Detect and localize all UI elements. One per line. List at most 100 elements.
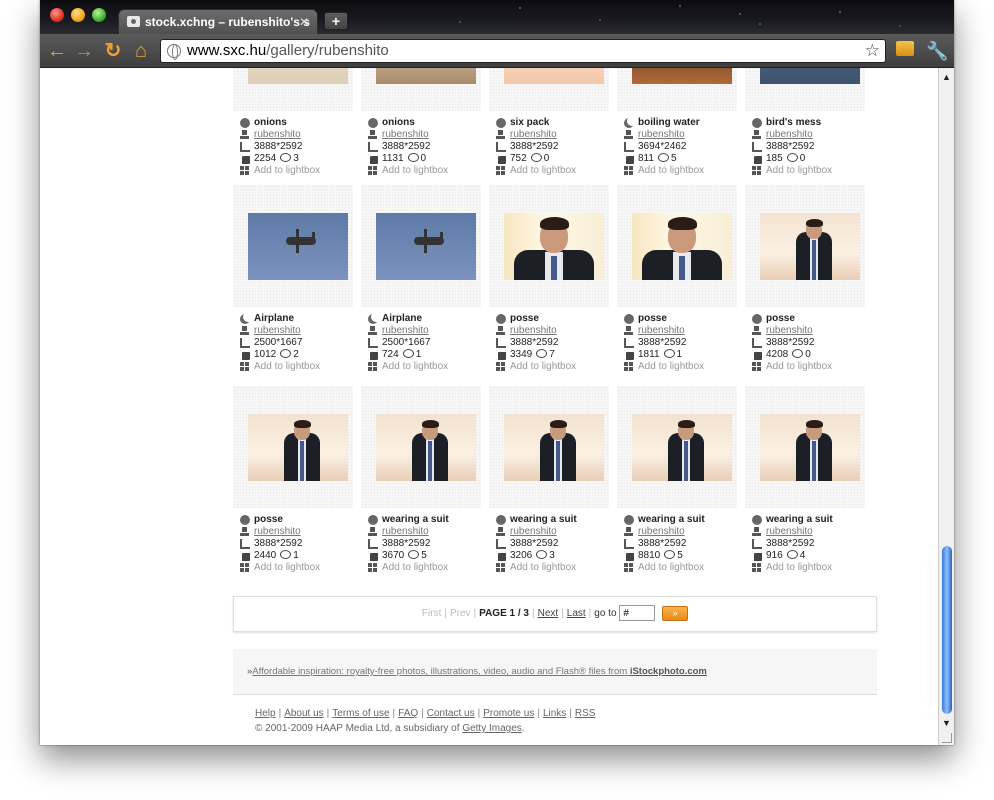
footer-link[interactable]: Promote us	[483, 708, 534, 719]
item-size: 3888*2592	[382, 141, 431, 152]
add-to-lightbox-link[interactable]: Add to lightbox	[638, 165, 704, 176]
item-user-link[interactable]: rubenshito	[638, 526, 685, 537]
promo-link[interactable]: Affordable inspiration: royalty-free pho…	[252, 666, 630, 677]
footer-link[interactable]: Terms of use	[332, 708, 389, 719]
photo-standing-man[interactable]	[504, 414, 604, 481]
minimize-window-button[interactable]	[71, 8, 85, 22]
item-user-link[interactable]: rubenshito	[254, 325, 301, 336]
address-bar[interactable]: www.sxc.hu/gallery/rubenshito ☆	[160, 39, 886, 63]
footer-link[interactable]: Contact us	[427, 708, 475, 719]
item-title[interactable]: wearing a suit	[638, 514, 705, 525]
photo-standing-man[interactable]	[632, 414, 732, 481]
item-user-link[interactable]: rubenshito	[382, 325, 429, 336]
pager-last-link[interactable]: Last	[567, 608, 586, 619]
scroll-down-arrow-icon[interactable]: ▼	[942, 718, 951, 728]
photo-onion-top[interactable]	[248, 68, 348, 84]
item-title[interactable]: wearing a suit	[510, 514, 577, 525]
add-to-lightbox-link[interactable]: Add to lightbox	[510, 165, 576, 176]
tab-active[interactable]: stock.xchng – rubenshito's s ✕	[118, 9, 318, 34]
reload-icon[interactable]: ↻	[102, 40, 124, 62]
pager-next-link[interactable]: Next	[538, 608, 559, 619]
pager-prev: Prev	[449, 608, 471, 619]
add-to-lightbox-link[interactable]: Add to lightbox	[254, 361, 320, 372]
item-title[interactable]: bird's mess	[766, 117, 821, 128]
item-title[interactable]: posse	[766, 313, 795, 324]
item-title[interactable]: posse	[638, 313, 667, 324]
scrollbar-thumb[interactable]	[942, 546, 952, 714]
vertical-scrollbar[interactable]: ▲ ▼	[938, 68, 954, 745]
add-to-lightbox-link[interactable]: Add to lightbox	[638, 361, 704, 372]
photo-standing-man[interactable]	[248, 414, 348, 481]
photo-six-top[interactable]	[504, 68, 604, 84]
item-title[interactable]: posse	[254, 514, 283, 525]
add-to-lightbox-link[interactable]: Add to lightbox	[382, 361, 448, 372]
zoom-window-button[interactable]	[92, 8, 106, 22]
footer-link[interactable]: About us	[284, 708, 323, 719]
photo-bird-top[interactable]	[760, 68, 860, 84]
item-title[interactable]: wearing a suit	[382, 514, 449, 525]
footer-link[interactable]: Help	[255, 708, 276, 719]
item-user-link[interactable]: rubenshito	[766, 526, 813, 537]
item-user-link[interactable]: rubenshito	[254, 129, 301, 140]
add-to-lightbox-link[interactable]: Add to lightbox	[510, 361, 576, 372]
item-title[interactable]: posse	[510, 313, 539, 324]
getty-images-link[interactable]: Getty Images	[462, 723, 521, 734]
item-title[interactable]: six pack	[510, 117, 549, 128]
promo-brand-link[interactable]: iStockphoto.com	[630, 666, 707, 677]
item-title[interactable]: Airplane	[382, 313, 422, 324]
pager-go-button[interactable]: »	[662, 605, 689, 621]
back-arrow-icon[interactable]: ←	[46, 40, 68, 62]
item-title[interactable]: wearing a suit	[766, 514, 833, 525]
add-to-lightbox-link[interactable]: Add to lightbox	[382, 562, 448, 573]
add-to-lightbox-link[interactable]: Add to lightbox	[766, 361, 832, 372]
photo-airplane[interactable]	[248, 213, 348, 280]
item-comments: 0	[420, 153, 427, 164]
footer-link[interactable]: RSS	[575, 708, 596, 719]
add-to-lightbox-link[interactable]: Add to lightbox	[638, 562, 704, 573]
photo-standing-man[interactable]	[376, 414, 476, 481]
item-user-link[interactable]: rubenshito	[638, 129, 685, 140]
add-to-lightbox-link[interactable]: Add to lightbox	[766, 562, 832, 573]
add-to-lightbox-link[interactable]: Add to lightbox	[510, 562, 576, 573]
photo-boil-top[interactable]	[632, 68, 732, 84]
photo-portrait[interactable]	[504, 213, 604, 280]
pager-goto-input[interactable]	[619, 605, 656, 622]
new-tab-button[interactable]: +	[324, 12, 348, 30]
forward-arrow-icon[interactable]: →	[73, 40, 95, 62]
item-title[interactable]: Airplane	[254, 313, 294, 324]
camera-icon	[752, 515, 762, 525]
item-user-link[interactable]: rubenshito	[766, 325, 813, 336]
photo-standing-man[interactable]	[760, 213, 860, 280]
tab-close-icon[interactable]: ✕	[299, 10, 309, 34]
comment-icon	[786, 153, 798, 162]
photo-airplane[interactable]	[376, 213, 476, 280]
photo-portrait[interactable]	[632, 213, 732, 280]
add-to-lightbox-link[interactable]: Add to lightbox	[382, 165, 448, 176]
scroll-up-arrow-icon[interactable]: ▲	[942, 72, 951, 82]
footer-link[interactable]: FAQ	[398, 708, 418, 719]
item-user-link[interactable]: rubenshito	[766, 129, 813, 140]
add-to-lightbox-link[interactable]: Add to lightbox	[254, 562, 320, 573]
item-title[interactable]: boiling water	[638, 117, 700, 128]
add-to-lightbox-link[interactable]: Add to lightbox	[766, 165, 832, 176]
photo-standing-man[interactable]	[760, 414, 860, 481]
add-to-lightbox-link[interactable]: Add to lightbox	[254, 165, 320, 176]
item-user-link[interactable]: rubenshito	[254, 526, 301, 537]
item-user-link[interactable]: rubenshito	[382, 129, 429, 140]
wrench-icon[interactable]: 🔧	[926, 40, 948, 62]
item-user-link[interactable]: rubenshito	[510, 129, 557, 140]
folder-icon[interactable]	[896, 41, 914, 56]
item-user-link[interactable]: rubenshito	[382, 526, 429, 537]
item-user-link[interactable]: rubenshito	[510, 325, 557, 336]
item-user-link[interactable]: rubenshito	[510, 526, 557, 537]
close-window-button[interactable]	[50, 8, 64, 22]
item-title[interactable]: onions	[382, 117, 415, 128]
footer-link[interactable]: Links	[543, 708, 566, 719]
bookmark-star-icon[interactable]: ☆	[865, 40, 880, 62]
home-icon[interactable]: ⌂	[130, 40, 152, 62]
resize-grip[interactable]	[942, 733, 952, 743]
item-user-link[interactable]: rubenshito	[638, 325, 685, 336]
photo-pan-top[interactable]	[376, 68, 476, 84]
item-title[interactable]: onions	[254, 117, 287, 128]
item-size: 3888*2592	[254, 538, 303, 549]
